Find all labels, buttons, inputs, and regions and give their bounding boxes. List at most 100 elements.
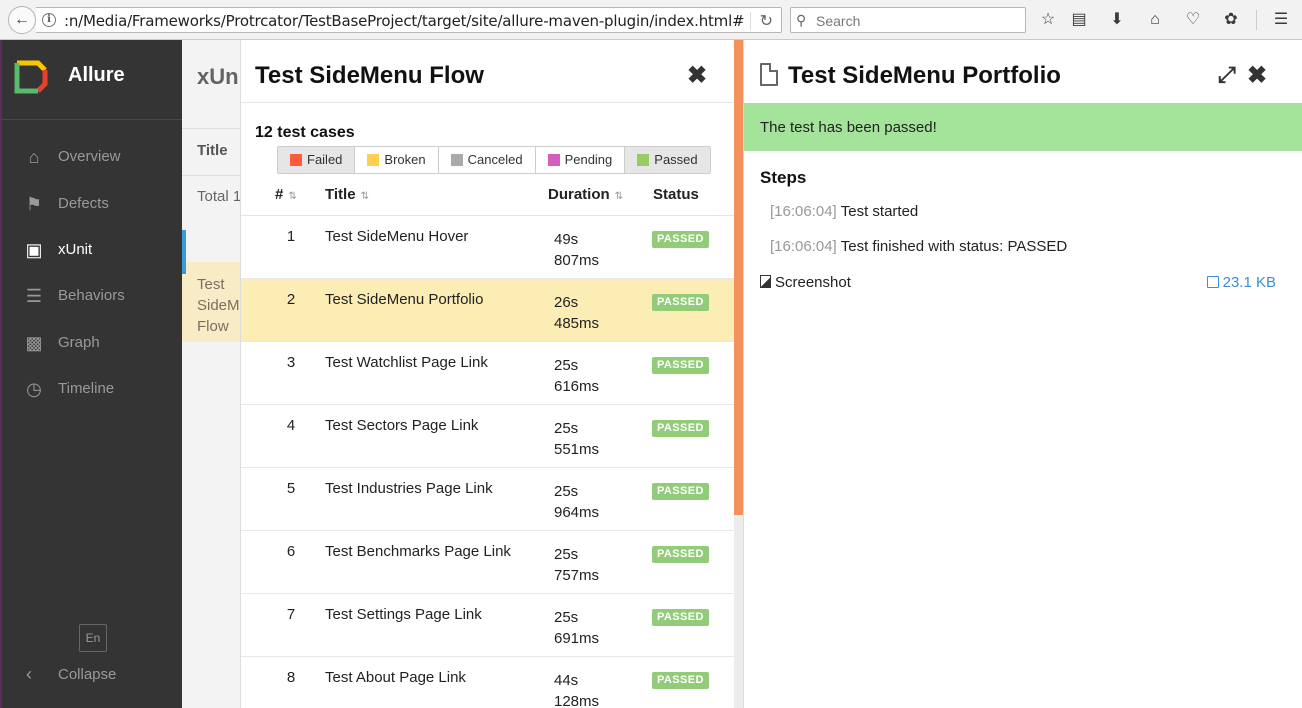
url-divider (750, 12, 751, 30)
sidebar-item-label: xUnit (58, 241, 93, 258)
reload-icon[interactable]: ↻ (760, 11, 773, 31)
filter-passed[interactable]: Passed (625, 147, 710, 173)
table-row[interactable]: 6 Test Benchmarks Page Link 25s 757ms PAS… (241, 531, 734, 594)
info-icon[interactable]: i (42, 13, 56, 27)
briefcase-icon: ▣ (25, 240, 43, 260)
row-duration: 25s 691ms (554, 609, 600, 647)
table-row[interactable]: 4 Test Sectors Page Link 25s 551ms PASSED (241, 405, 734, 468)
image-icon (760, 275, 771, 288)
sidebar-item-xunit[interactable]: ▣ xUnit (2, 229, 182, 273)
menu-icon[interactable]: ☰ (1270, 9, 1292, 31)
row-title: Test SideMenu Hover (325, 228, 469, 245)
filter-label: Failed (307, 152, 343, 167)
brand-name: Allure (68, 64, 125, 86)
row-duration: 25s 757ms (554, 546, 600, 584)
pocket-icon[interactable]: ♡ (1182, 9, 1204, 31)
collapse-button[interactable]: ‹ Collapse (2, 660, 182, 690)
filter-label: Pending (564, 152, 613, 167)
divider (182, 175, 240, 176)
broken-swatch (367, 154, 380, 166)
status-badge: PASSED (652, 672, 709, 689)
attachment-download[interactable]: 23.1 KB (1206, 274, 1276, 291)
save-icon (1206, 276, 1219, 288)
step-item: [16:06:04] Test finished with status: PAS… (770, 238, 1067, 255)
steps-heading: Steps (760, 168, 807, 187)
row-title: Test Sectors Page Link (325, 417, 479, 434)
sidebar-item-graph[interactable]: ▩ Graph (2, 322, 182, 366)
home-icon: ⌂ (28, 147, 40, 167)
home-icon[interactable]: ⌂ (1144, 9, 1166, 31)
back-arrow-icon[interactable]: ← (8, 6, 36, 34)
sidebar-item-overview[interactable]: ⌂ Overview (2, 136, 182, 180)
status-badge: PASSED (652, 609, 709, 626)
filter-failed[interactable]: Failed (278, 147, 356, 173)
star-icon[interactable]: ☆ (1037, 9, 1059, 31)
status-badge: PASSED (652, 420, 709, 437)
search-input[interactable]: ⚲ Search (790, 7, 1026, 33)
selection-indicator (182, 230, 186, 274)
sidebar-item-defects[interactable]: ⚑ Defects (2, 183, 182, 227)
url-bar[interactable]: i :n/Media/Frameworks/Protrcator/TestBas… (36, 7, 782, 33)
row-number: 6 (286, 543, 296, 560)
filter-pending[interactable]: Pending (535, 147, 626, 173)
selected-suite-row[interactable]: Test SideMenu Flow (182, 262, 240, 342)
close-icon[interactable]: ✖ (687, 64, 707, 88)
passed-swatch (637, 154, 650, 166)
suite-name: Test SideMenu Flow (197, 276, 240, 335)
close-icon[interactable]: ✖ (1247, 64, 1267, 88)
row-title: Test SideMenu Portfolio (325, 291, 484, 308)
table-row[interactable]: 8 Test About Page Link 44s 128ms PASSED (241, 657, 734, 708)
table-row[interactable]: 7 Test Settings Page Link 25s 691ms PASSE… (241, 594, 734, 657)
status-badge: PASSED (652, 483, 709, 500)
document-icon (760, 63, 778, 86)
table-row[interactable]: 3 Test Watchlist Page Link 25s 616ms PASS… (241, 342, 734, 405)
filter-broken[interactable]: Broken (355, 147, 439, 173)
sidebar-item-label: Graph (58, 334, 100, 351)
expand-icon[interactable]: ⤢ (1218, 64, 1236, 86)
row-number: 8 (286, 669, 296, 686)
row-number: 3 (286, 354, 296, 371)
language-button[interactable]: En (79, 624, 107, 652)
status-badge: PASSED (652, 294, 709, 311)
table-row-selected[interactable]: 2 Test SideMenu Portfolio 26s 485ms PASSE… (241, 279, 734, 342)
column-header-status[interactable]: Status (653, 186, 699, 203)
attachment-link[interactable]: Screenshot (760, 274, 851, 291)
brand[interactable]: Allure (2, 40, 182, 120)
column-header-title[interactable]: Title ⇅ (325, 186, 369, 203)
url-text[interactable]: :n/Media/Frameworks/Protrcator/TestBaseP… (64, 12, 745, 30)
filter-canceled[interactable]: Canceled (438, 147, 536, 173)
row-title: Test About Page Link (325, 669, 466, 686)
row-number: 1 (286, 228, 296, 245)
sidebar-item-label: Overview (58, 148, 121, 165)
page-title: xUnit (197, 64, 240, 89)
collapse-label: Collapse (58, 666, 117, 683)
splitter-handle[interactable] (734, 40, 743, 515)
row-duration: 25s 616ms (554, 357, 600, 395)
pane-title: Test SideMenu Flow (255, 62, 484, 89)
table-row[interactable]: 5 Test Industries Page Link 25s 964ms PAS… (241, 468, 734, 531)
column-header-duration[interactable]: Duration ⇅ (548, 186, 623, 203)
column-header-number[interactable]: # ⇅ (275, 186, 297, 203)
extension-icon[interactable]: ✿ (1220, 9, 1242, 31)
status-badge: PASSED (652, 546, 709, 563)
table-row[interactable]: 1 Test SideMenu Hover 49s 807ms PASSED (241, 216, 734, 279)
attachment-name: Screenshot (775, 274, 851, 291)
sidebar-item-timeline[interactable]: ◷ Timeline (2, 368, 182, 412)
pane-splitter[interactable] (734, 40, 743, 708)
toolbar-separator (1256, 10, 1257, 30)
download-icon[interactable]: ⬇ (1106, 9, 1128, 31)
search-placeholder: Search (816, 13, 861, 29)
divider (241, 102, 734, 103)
sidebar-item-behaviors[interactable]: ☰ Behaviors (2, 275, 182, 319)
step-item: [16:06:04] Test started (770, 203, 918, 220)
sidebar-item-label: Behaviors (58, 287, 125, 304)
test-list-pane: Test SideMenu Flow ✖ 12 test cases Faile… (240, 40, 734, 708)
sort-icon: ⇅ (288, 191, 297, 202)
row-duration: 49s 807ms (554, 231, 600, 269)
table-header: # ⇅ Title ⇅ Duration ⇅ Status (241, 178, 734, 216)
reading-list-icon[interactable]: ▤ (1068, 9, 1090, 31)
row-title: Test Benchmarks Page Link (325, 543, 511, 560)
sort-icon: ⇅ (360, 191, 369, 202)
column-header-title[interactable]: Title (197, 142, 228, 159)
search-icon: ⚲ (796, 12, 807, 28)
